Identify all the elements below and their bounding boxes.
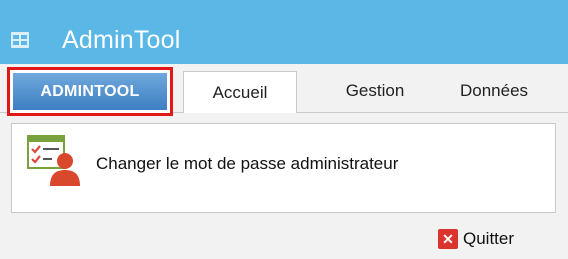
application-menu-label: ADMINTOOL [13, 73, 167, 110]
admin-password-icon [27, 135, 80, 186]
change-admin-password-label: Changer le mot de passe administrateur [96, 154, 399, 173]
quit-button[interactable]: ✕ Quitter [438, 227, 514, 251]
quit-label: Quitter [463, 229, 515, 248]
tab-donnees[interactable]: Données [460, 71, 568, 111]
title-bar: AdminTool [0, 0, 568, 64]
window-title: AdminTool [62, 26, 181, 54]
app-icon [11, 32, 29, 48]
ribbon-panel: Changer le mot de passe administrateur [11, 123, 556, 213]
tab-accueil[interactable]: Accueil [183, 71, 297, 113]
application-menu-button[interactable]: ADMINTOOL [7, 67, 173, 116]
tab-gestion[interactable]: Gestion [320, 71, 430, 111]
close-icon: ✕ [438, 229, 458, 249]
change-admin-password-button[interactable]: Changer le mot de passe administrateur [12, 124, 555, 212]
